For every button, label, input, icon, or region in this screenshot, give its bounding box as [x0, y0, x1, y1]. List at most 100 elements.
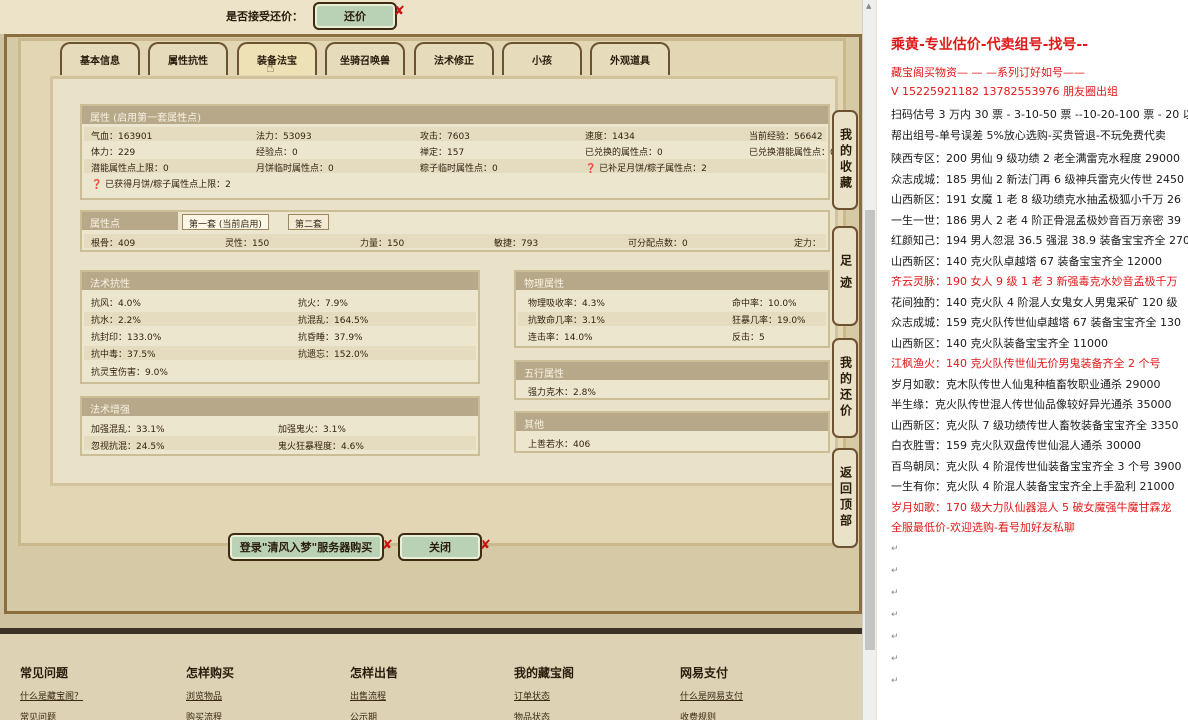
- doc-line: 藏宝阁买物资— — —系列订好如号——: [891, 66, 1085, 79]
- attr-cell: 体力：229: [91, 148, 136, 158]
- point-cell: 可分配点数：0: [628, 239, 688, 249]
- attr-cell: 气血：163901: [91, 132, 153, 142]
- tab-children[interactable]: 小孩: [502, 42, 582, 75]
- tab-equipment[interactable]: 装备法宝: [237, 42, 317, 75]
- point-cell: 灵性：150: [225, 239, 270, 249]
- resist-cell: 抗风：4.0%: [91, 299, 141, 309]
- side-tab-history[interactable]: 足迹: [832, 226, 858, 326]
- attr-cell: 月饼临时属性点：0: [256, 164, 334, 174]
- site-footer: 常见问题 什么是藏宝阁？ 常见问题 怎样购买 浏览物品 购买流程 怎样出售 出售…: [0, 628, 862, 720]
- point-cell: 力量：150: [360, 239, 405, 249]
- listing-line: 花间独酌：140 克火队 4 阶混人女鬼女人男鬼采矿 120 级: [891, 295, 1178, 309]
- footer-column: 怎样出售 出售流程 公示期: [350, 664, 398, 720]
- resist-cell: 抗遗忘：152.0%: [298, 350, 369, 360]
- footer-link[interactable]: 出售流程: [350, 689, 398, 702]
- physical-cell: 抗致命几率：3.1%: [528, 316, 605, 326]
- attr-cell: 禅定：157: [420, 148, 465, 158]
- footer-heading: 怎样出售: [350, 666, 399, 680]
- enhance-cell: 加强鬼火：3.1%: [278, 425, 346, 435]
- side-tab-label: 我的收藏: [838, 128, 853, 192]
- footer-link[interactable]: 公示期: [350, 710, 398, 720]
- close-button[interactable]: 关闭: [398, 533, 482, 561]
- elements-cell: 强力克木：2.8%: [528, 388, 596, 398]
- resist-cell: 抗中毒：37.5%: [91, 350, 156, 360]
- points-tab-set2[interactable]: 第二套: [288, 214, 330, 230]
- side-tab-my-bargains[interactable]: 我的还价: [832, 338, 858, 438]
- resist-cell: 抗昏睡：37.9%: [298, 333, 363, 343]
- points-tab-set1[interactable]: 第一套 (当前启用): [182, 214, 269, 230]
- attr-cell: 法力：53093: [256, 132, 312, 142]
- footer-column: 我的藏宝阁 订单状态 物品状态: [514, 664, 574, 720]
- side-tab-back-to-top[interactable]: 返回顶部: [832, 448, 858, 548]
- paragraph-mark-icon: ↵: [891, 654, 899, 664]
- physical-cell: 反击：5: [732, 333, 765, 343]
- tab-spell-correction[interactable]: 法术修正: [414, 42, 494, 75]
- paragraph-mark-icon: ↵: [891, 588, 899, 598]
- footer-link[interactable]: 收费规则: [680, 710, 743, 720]
- paragraph-mark-icon: ↵: [891, 676, 899, 686]
- points-section: 属性点 第一套 (当前启用) 第二套 根骨：409 灵性：150 力量：150 …: [80, 210, 830, 252]
- tab-appearance[interactable]: 外观道具: [590, 42, 670, 75]
- mouse-cursor-icon: ☝: [266, 60, 275, 76]
- bargain-button[interactable]: 还价: [313, 2, 397, 30]
- footer-link[interactable]: 浏览物品: [186, 689, 234, 702]
- enhance-section: 法术增强 加强混乱：33.1% 加强鬼火：3.1% 忽视抗混：24.5% 鬼火狂…: [80, 396, 480, 456]
- point-cell: 定力：: [794, 239, 822, 249]
- tab-attributes[interactable]: 属性抗性: [148, 42, 228, 75]
- listing-line: 众志成城：159 克火队传世仙卓越塔 67 装备宝宝齐全 130: [891, 316, 1181, 329]
- side-tab-label: 足迹: [838, 254, 853, 298]
- page-scrollbar[interactable]: ▲: [862, 0, 876, 720]
- resist-cell: 抗混乱：164.5%: [298, 316, 369, 326]
- attr-cell: 潜能属性点上限：0: [91, 164, 169, 174]
- listing-line: 红颜知己：194 男人忽混 36.5 强混 38.9 装备宝宝齐全 270: [891, 234, 1188, 247]
- enhance-cell: 忽视抗混：24.5%: [91, 442, 165, 452]
- footer-link[interactable]: 物品状态: [514, 710, 574, 720]
- enhance-cell: 加强混乱：33.1%: [91, 425, 165, 435]
- footer-link[interactable]: 常见问题: [20, 710, 83, 720]
- resistance-title: 法术抗性: [82, 272, 478, 290]
- buy-on-server-button[interactable]: 登录"清风入梦"服务器购买: [228, 533, 384, 561]
- physical-cell: 命中率：10.0%: [732, 299, 797, 309]
- attr-cell: 攻击：7603: [420, 132, 470, 142]
- other-section: 其他 上善若水：406: [514, 411, 830, 453]
- point-cell: 敏捷：793: [494, 239, 539, 249]
- physical-title: 物理属性: [516, 272, 828, 290]
- listing-line: 半生缘：克火队传世混人传世仙品像较好异光通杀 35000: [891, 398, 1172, 411]
- attributes-title: 属性 (启用第一套属性点): [82, 106, 828, 124]
- resist-cell: 抗灵宝伤害：9.0%: [91, 368, 168, 378]
- scroll-thumb[interactable]: [865, 210, 875, 650]
- listing-line: 白衣胜雪：159 克火队双盘传世仙混人通杀 30000: [891, 439, 1141, 452]
- resist-cell: 抗水：2.2%: [91, 316, 141, 326]
- attr-cell: 经验点：0: [256, 148, 298, 158]
- buy-x-icon: ✘: [382, 538, 393, 553]
- listing-line: 一生一世：186 男人 2 老 4 阶正骨混孟极妙音百万亲密 39: [891, 213, 1181, 227]
- resist-cell: 抗火：7.9%: [298, 299, 348, 309]
- listing-line: 山西新区：140 克火队装备宝宝齐全 11000: [891, 336, 1108, 350]
- scroll-up-icon[interactable]: ▲: [866, 2, 871, 10]
- other-title: 其他: [516, 413, 828, 431]
- points-title: 属性点: [82, 212, 178, 230]
- side-tab-favorites[interactable]: 我的收藏: [832, 110, 858, 210]
- footer-link[interactable]: 订单状态: [514, 689, 574, 702]
- footer-column: 网易支付 什么是网易支付 收费规则: [680, 664, 743, 720]
- help-icon[interactable]: ❓: [91, 180, 102, 190]
- footer-link[interactable]: 什么是网易支付: [680, 689, 743, 702]
- physical-cell: 狂暴几率：19.0%: [732, 316, 806, 326]
- listing-line: 众志成城：185 男仙 2 新法门再 6 级神兵雷克火传世 2450: [891, 172, 1184, 186]
- physical-cell: 物理吸收率：4.3%: [528, 299, 605, 309]
- footer-heading: 我的藏宝阁: [514, 666, 575, 680]
- bargain-label: 是否接受还价：: [226, 10, 303, 23]
- tab-basic-info[interactable]: 基本信息: [60, 42, 140, 75]
- elements-section: 五行属性 强力克木：2.8%: [514, 360, 830, 400]
- footer-link[interactable]: 购买流程: [186, 710, 234, 720]
- physical-section: 物理属性 物理吸收率：4.3% 命中率：10.0% 抗致命几率：3.1% 狂暴几…: [514, 270, 830, 348]
- listing-line: 一生有你：克火队 4 阶混人装备宝宝齐全上手盈利 21000: [891, 480, 1175, 493]
- paragraph-mark-icon: ↵: [891, 544, 899, 554]
- close-x-icon: ✘: [480, 538, 491, 553]
- help-icon[interactable]: ❓: [585, 164, 596, 174]
- enhance-title: 法术增强: [82, 398, 478, 416]
- footer-link[interactable]: 什么是藏宝阁？: [20, 689, 83, 702]
- side-tab-label: 返回顶部: [838, 466, 853, 530]
- elements-title: 五行属性: [516, 362, 828, 380]
- tab-mounts-pets[interactable]: 坐骑召唤兽: [325, 42, 405, 75]
